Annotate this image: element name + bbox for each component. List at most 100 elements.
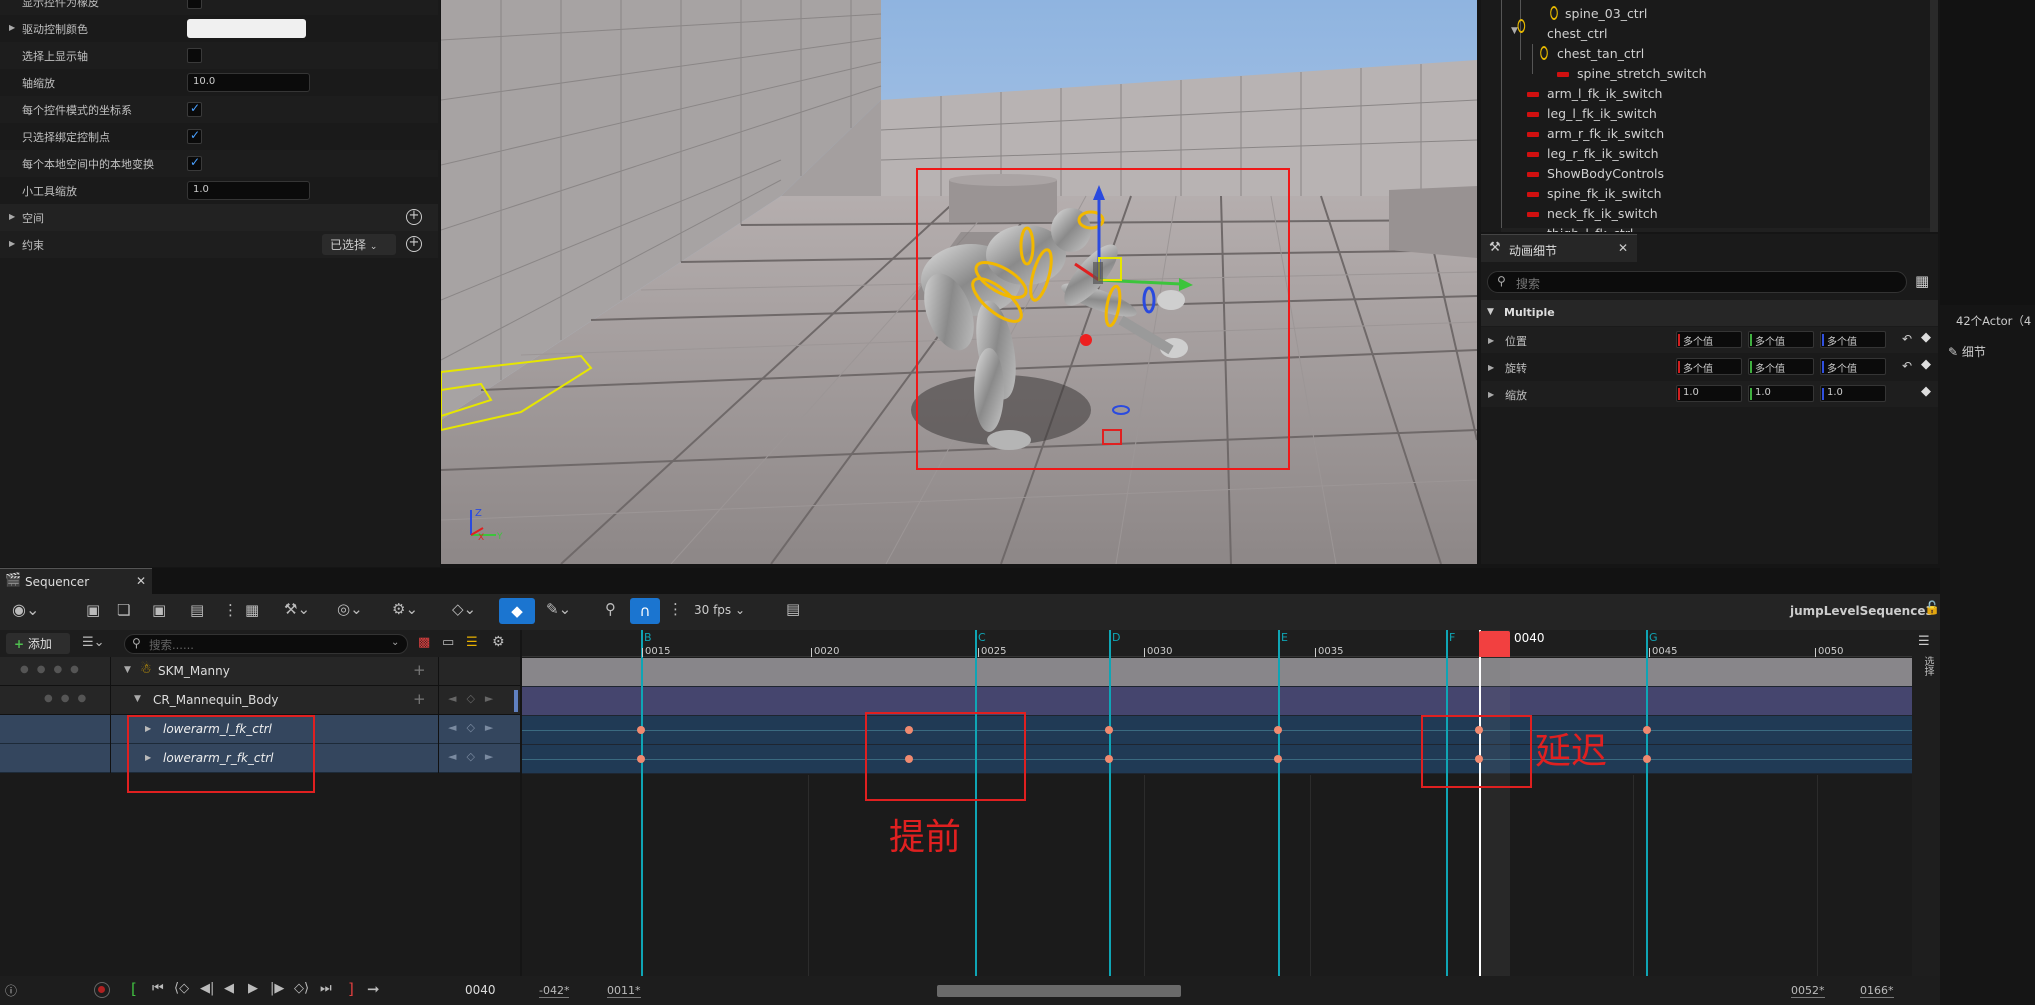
marker-g[interactable]: G: [1649, 631, 1658, 644]
sliders-icon[interactable]: ☰: [1918, 634, 1930, 649]
track-row-skm-manny[interactable]: ●●●● ▼ ☃ SKM_Manny +: [0, 657, 520, 686]
keyframe[interactable]: [1274, 755, 1282, 763]
keyframe[interactable]: [1643, 755, 1651, 763]
selected-dropdown[interactable]: 已选择 ⌄: [322, 234, 396, 255]
add-space-icon[interactable]: +: [406, 209, 422, 225]
next-frame-icon[interactable]: |▶: [270, 981, 284, 996]
marker-line-f[interactable]: [1446, 630, 1448, 976]
fps-dropdown[interactable]: 30 fps ⌄: [694, 603, 745, 617]
save-icon[interactable]: ▣: [86, 601, 100, 619]
time-ruler[interactable]: [522, 630, 1912, 657]
tree-item[interactable]: spine_fk_ik_switch: [1527, 186, 1662, 201]
range-in[interactable]: 0011*: [607, 984, 641, 998]
record-icon[interactable]: ▩: [418, 635, 430, 650]
expand-arrow-icon[interactable]: ▶: [9, 239, 15, 248]
add-track-button[interactable]: + 添加: [6, 633, 70, 654]
marker-line-g[interactable]: [1646, 630, 1648, 976]
transport-icon[interactable]: ▭: [442, 635, 454, 650]
marker-line-e[interactable]: [1278, 630, 1280, 976]
keyframe[interactable]: [637, 755, 645, 763]
playhead-handle[interactable]: [1479, 631, 1510, 657]
tree-item[interactable]: neck_fk_ik_switch: [1527, 206, 1658, 221]
table-view-icon[interactable]: ▦: [1915, 272, 1929, 290]
range-out[interactable]: 0052*: [1791, 984, 1825, 998]
expand-arrow-icon[interactable]: ▶: [1488, 363, 1494, 372]
save-as-icon[interactable]: ❏: [117, 601, 130, 619]
jump-start-icon[interactable]: ⏮: [152, 981, 164, 996]
lock-icon[interactable]: 🔓: [1924, 601, 1940, 616]
color-swatch[interactable]: [187, 19, 306, 38]
select-bound-checkbox[interactable]: [187, 128, 202, 144]
marker-c[interactable]: C: [978, 631, 986, 644]
camera-icon[interactable]: ▣: [152, 601, 166, 619]
play-reverse-icon[interactable]: ◀: [224, 981, 234, 996]
marker-line-c[interactable]: [975, 630, 977, 976]
keyframe-diamond-icon[interactable]: ◆: [1921, 384, 1931, 399]
auto-key-button[interactable]: ◆: [499, 598, 535, 624]
rotation-x-field[interactable]: 多个值: [1676, 358, 1742, 375]
keyframe-diamond-icon[interactable]: ◆: [1921, 357, 1931, 372]
axis-scale-input[interactable]: 10.0: [187, 73, 310, 92]
rotation-z-field[interactable]: 多个值: [1820, 358, 1886, 375]
keyframe[interactable]: [637, 726, 645, 734]
hierarchy-scrollbar[interactable]: [1930, 0, 1938, 232]
filter-icon[interactable]: ☰⌄: [82, 635, 105, 650]
rotation-y-field[interactable]: 多个值: [1748, 358, 1814, 375]
chevron-down-icon[interactable]: ▼: [134, 694, 141, 704]
space-section[interactable]: ▶ 空间 +: [0, 204, 438, 231]
track-row-cr-mannequin[interactable]: ●●● ▼ CR_Mannequin_Body + ◄◇►: [0, 686, 520, 715]
timeline-scrollbar[interactable]: [937, 985, 1181, 997]
range-end[interactable]: 0166*: [1860, 984, 1894, 998]
add-constraint-icon[interactable]: +: [406, 236, 422, 252]
tree-item[interactable]: leg_l_fk_ik_switch: [1527, 106, 1657, 121]
tree-item[interactable]: arm_r_fk_ik_switch: [1527, 126, 1664, 141]
timeline[interactable]: [522, 630, 1912, 976]
settings-icon[interactable]: ⚙⌄: [392, 600, 418, 618]
close-icon[interactable]: ✕: [1618, 241, 1628, 255]
tree-item[interactable]: spine_03_ctrl: [1548, 3, 1647, 23]
snap-magnet-button[interactable]: ∩: [630, 598, 660, 624]
scale-y-field[interactable]: 1.0: [1748, 385, 1814, 402]
tools-icon[interactable]: ⚒⌄: [284, 600, 310, 618]
range-start[interactable]: -042*: [539, 984, 570, 998]
scale-x-field[interactable]: 1.0: [1676, 385, 1742, 402]
reset-icon[interactable]: ↶: [1902, 332, 1912, 346]
gizmo-scale-input[interactable]: 1.0: [187, 181, 310, 200]
brush-icon[interactable]: ✎⌄: [546, 600, 571, 618]
current-frame-field[interactable]: 0040: [465, 983, 496, 997]
layers-icon[interactable]: ☰: [466, 635, 478, 650]
add-icon[interactable]: +: [413, 690, 426, 708]
next-key-icon[interactable]: ◇⟩: [294, 981, 309, 996]
marker-d[interactable]: D: [1112, 631, 1120, 644]
multiple-section[interactable]: ▼ Multiple: [1481, 300, 1938, 326]
keyframe[interactable]: [1643, 726, 1651, 734]
world-icon[interactable]: ◉⌄: [12, 600, 39, 619]
playhead-line[interactable]: [1479, 630, 1481, 976]
more-icon[interactable]: ⋮: [223, 601, 238, 619]
show-gizmo-checkbox[interactable]: [187, 0, 202, 9]
anim-details-tab[interactable]: ⚒ 动画细节 ✕: [1481, 234, 1637, 262]
coord-system-checkbox[interactable]: [187, 101, 202, 117]
scale-z-field[interactable]: 1.0: [1820, 385, 1886, 402]
add-icon[interactable]: +: [413, 661, 426, 679]
key-nav-icons[interactable]: ◄◇►: [448, 692, 503, 705]
reset-icon[interactable]: ↶: [1902, 359, 1912, 373]
record-button[interactable]: [94, 982, 110, 998]
key-nav-icons[interactable]: ◄◇►: [448, 721, 503, 734]
marker-e[interactable]: E: [1281, 631, 1288, 644]
keyframe[interactable]: [1274, 726, 1282, 734]
jump-end-icon[interactable]: ⏭: [320, 981, 332, 996]
key-nav-icons[interactable]: ◄◇►: [448, 750, 503, 763]
local-transform-checkbox[interactable]: [187, 155, 202, 171]
search-input[interactable]: ⚲ 搜索: [1487, 271, 1907, 293]
marker-icon[interactable]: ⚲: [605, 600, 616, 618]
key-diamond-icon[interactable]: ◇⌄: [452, 600, 476, 618]
snap-options-icon[interactable]: ⋮: [668, 600, 683, 618]
tree-item[interactable]: ▼ chest_ctrl: [1511, 16, 1608, 41]
tree-item[interactable]: leg_r_fk_ik_switch: [1527, 146, 1659, 161]
show-axis-checkbox[interactable]: [187, 48, 202, 63]
keyframe-diamond-icon[interactable]: ◆: [1921, 330, 1931, 345]
eye-icon[interactable]: ◎⌄: [337, 600, 363, 618]
tree-item[interactable]: spine_stretch_switch: [1557, 66, 1707, 81]
prev-key-icon[interactable]: ⟨◇: [174, 981, 189, 996]
